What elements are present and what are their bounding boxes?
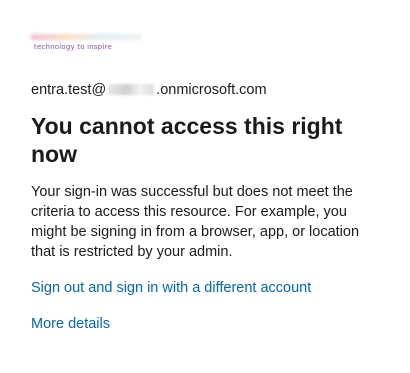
account-suffix: .onmicrosoft.com — [156, 82, 267, 98]
more-details-link[interactable]: More details — [31, 314, 391, 334]
signed-in-account: entra.test@ .onmicrosoft.com — [31, 82, 391, 98]
redacted-domain — [108, 84, 155, 95]
access-blocked-card: technology to inspire entra.test@ .onmicr… — [31, 30, 391, 334]
logo-mark-icon — [31, 34, 141, 40]
account-prefix: entra.test@ — [31, 82, 107, 98]
page-title: You cannot access this right now — [31, 113, 343, 167]
company-logo: technology to inspire — [31, 30, 391, 56]
sign-out-link[interactable]: Sign out and sign in with a different ac… — [31, 278, 391, 298]
logo-tagline: technology to inspire — [34, 43, 112, 51]
error-description: Your sign-in was successful but does not… — [31, 184, 360, 260]
